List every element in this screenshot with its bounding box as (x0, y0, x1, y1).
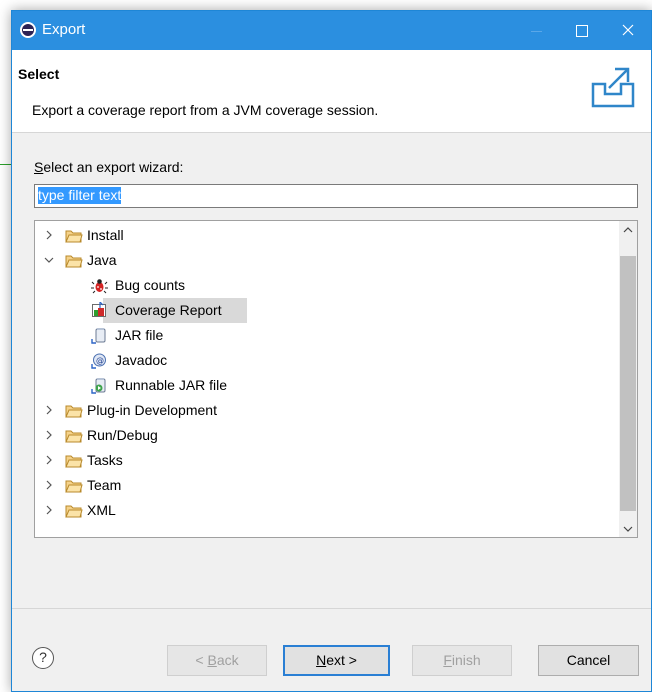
eclipse-icon (20, 22, 36, 38)
bug-icon (91, 279, 108, 294)
page-title: Select (18, 66, 60, 82)
folder-icon (65, 430, 83, 443)
chevron-right-icon[interactable] (45, 498, 57, 523)
wizard-select-label: Select an export wizard: (34, 159, 184, 175)
javadoc-icon: @ (91, 353, 106, 369)
tree-item-label: Run/Debug (87, 427, 158, 443)
tree-item-label: Coverage Report (115, 302, 222, 318)
back-button[interactable]: < Back (167, 645, 267, 676)
tree-item-xml[interactable]: XML (35, 498, 615, 523)
chevron-right-icon[interactable] (45, 398, 57, 423)
footer-separator (12, 608, 651, 609)
maximize-button[interactable] (559, 11, 605, 50)
runnable-jar-icon (91, 378, 106, 394)
window-title: Export (42, 21, 86, 38)
tree-item-plug-in-development[interactable]: Plug-in Development (35, 398, 615, 423)
chevron-right-icon[interactable] (45, 473, 57, 498)
tree-item-label: Install (87, 227, 124, 243)
chevron-right-icon[interactable] (45, 448, 57, 473)
filter-input[interactable]: type filter text (34, 184, 638, 208)
chevron-up-icon (623, 227, 633, 233)
folder-open-icon (65, 255, 83, 268)
svg-text:@: @ (96, 356, 104, 365)
tree-item-tasks[interactable]: Tasks (35, 448, 615, 473)
folder-icon (65, 505, 83, 518)
tree-item-label: JAR file (115, 327, 164, 343)
chevron-down-icon[interactable] (44, 248, 56, 273)
title-bar[interactable]: Export (12, 11, 651, 50)
tree-item-label: Runnable JAR file (115, 377, 228, 393)
tree-item-javadoc[interactable]: @ Javadoc (35, 348, 615, 373)
tree-item-run-debug[interactable]: Run/Debug (35, 423, 615, 448)
tree-scrollbar[interactable] (619, 221, 637, 537)
chevron-down-icon (623, 526, 633, 532)
help-button[interactable]: ? (32, 647, 54, 669)
tree-item-label: Bug counts (115, 277, 186, 293)
tree-item-install[interactable]: Install (35, 223, 615, 248)
tree-item-label: Java (87, 252, 117, 268)
tree-item-runnable-jar-file[interactable]: Runnable JAR file (35, 373, 615, 398)
tree-item-label: Team (87, 477, 122, 493)
tree-item-label: Plug-in Development (87, 402, 217, 418)
next-button[interactable]: Next > (283, 645, 390, 676)
coverage-report-icon (92, 302, 106, 317)
folder-icon (65, 480, 83, 493)
close-icon (622, 24, 634, 36)
tree-item-java[interactable]: Java (35, 248, 615, 273)
tree-item-label: Tasks (87, 452, 123, 468)
wizard-tree[interactable]: Install Java Bug counts Coverage Report (34, 220, 638, 538)
tree-item-team[interactable]: Team (35, 473, 615, 498)
wizard-header: Select Export a coverage report from a J… (12, 50, 651, 133)
scroll-down-button[interactable] (619, 520, 637, 537)
close-button[interactable] (605, 11, 651, 50)
wizard-content: Select an export wizard: type filter tex… (12, 133, 651, 599)
chevron-right-icon[interactable] (45, 423, 57, 448)
tree-item-label: XML (87, 502, 116, 518)
tree-item-coverage-report[interactable]: Coverage Report (35, 298, 615, 323)
tree-item-label: Javadoc (115, 352, 168, 368)
export-dialog: Export Select Export a coverage report f… (11, 10, 652, 692)
export-banner-icon (591, 67, 635, 108)
folder-icon (65, 230, 83, 243)
folder-icon (65, 405, 83, 418)
tree-item-bug-counts[interactable]: Bug counts (35, 273, 615, 298)
cancel-button[interactable]: Cancel (538, 645, 639, 676)
scroll-thumb[interactable] (620, 256, 636, 511)
page-description: Export a coverage report from a JVM cove… (32, 102, 379, 118)
jar-icon (91, 328, 106, 344)
tree-item-jar-file[interactable]: JAR file (35, 323, 615, 348)
folder-icon (65, 455, 83, 468)
chevron-right-icon[interactable] (45, 223, 57, 248)
minimize-button[interactable] (513, 11, 559, 50)
scroll-up-button[interactable] (619, 221, 637, 238)
finish-button[interactable]: Finish (412, 645, 512, 676)
